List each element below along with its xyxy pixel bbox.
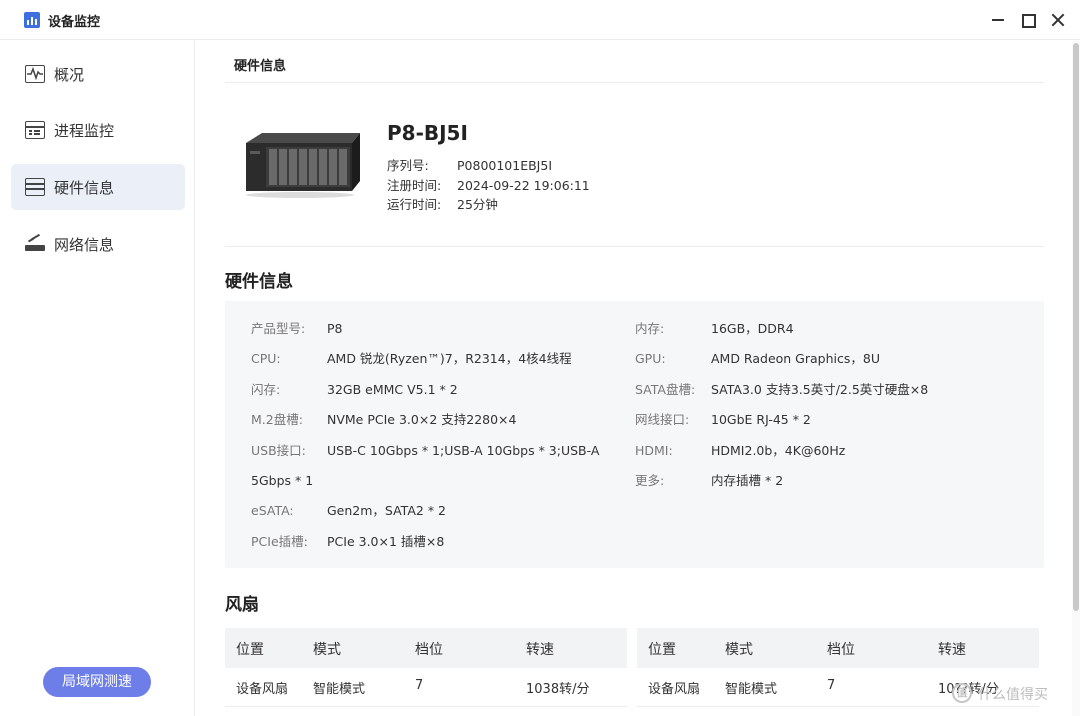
spec-key: GPU: [635, 351, 666, 366]
device-row-value: P0800101EBJ5I [457, 158, 553, 173]
spec-value: AMD 锐龙(Ryzen™)7，R2314，4核4线程 [327, 351, 572, 366]
column-header-speed: 转速 [938, 642, 966, 658]
sidebar-item-label: 硬件信息 [54, 179, 115, 197]
sidebar-item-label: 网络信息 [54, 236, 115, 254]
spec-value: 32GB eMMC V5.1 * 2 [327, 382, 458, 397]
device-row-key: 注册时间: [387, 178, 442, 193]
fan-position-cell: 设备风扇 [648, 682, 701, 697]
watermark: 值 什么值得买 [952, 682, 1076, 706]
device-divider [225, 246, 1044, 247]
fan-table-header: 位置 模式 档位 转速 [225, 628, 627, 668]
process-list-icon [25, 121, 45, 139]
column-header-position: 位置 [648, 642, 676, 658]
watermark-text: 什么值得买 [978, 687, 1048, 703]
spec-value: Gen2m，SATA2 * 2 [327, 503, 446, 518]
device-register-time-row: 注册时间: 2024-09-22 19:06:11 [387, 175, 590, 194]
device-serial-row: 序列号: P0800101EBJ5I [387, 155, 552, 174]
column-header-level: 档位 [827, 642, 855, 658]
row-divider [637, 706, 1039, 707]
sidebar-item-network-info[interactable]: 网络信息 [11, 221, 185, 267]
spec-value: HDMI2.0b，4K@60Hz [711, 443, 846, 458]
scrollbar-thumb[interactable] [1073, 43, 1079, 611]
pulse-monitor-icon [25, 65, 45, 83]
watermark-logo-icon: 值 [952, 683, 972, 703]
spec-key: 网线接口: [635, 412, 690, 427]
router-icon [25, 233, 45, 253]
spec-value: 10GbE RJ-45 * 2 [711, 412, 811, 427]
spec-key: 内存: [635, 321, 665, 336]
spec-value: USB-C 10Gbps * 1;USB-A 10Gbps * 3;USB-A [327, 443, 600, 458]
sidebar-item-overview[interactable]: 概况 [11, 51, 185, 97]
fan-mode-cell: 智能模式 [313, 682, 366, 697]
spec-value: AMD Radeon Graphics，8U [711, 351, 880, 366]
app-chart-icon [24, 12, 40, 28]
spec-key: eSATA: [251, 503, 294, 518]
spec-key: 产品型号: [251, 321, 306, 336]
spec-value: NVMe PCIe 3.0×2 支持2280×4 [327, 412, 517, 427]
device-row-value: 25分钟 [457, 197, 498, 212]
sidebar-item-label: 概况 [54, 66, 85, 84]
fan-section-title: 风扇 [225, 595, 259, 615]
fan-table-header: 位置 模式 档位 转速 [637, 628, 1039, 668]
fan-position-cell: 设备风扇 [236, 682, 289, 697]
fan-mode-cell: 智能模式 [725, 682, 778, 697]
spec-key: HDMI: [635, 443, 673, 458]
hardware-spec-panel: 产品型号: P8 CPU: AMD 锐龙(Ryzen™)7，R2314，4核4线… [225, 301, 1044, 568]
row-divider [225, 706, 627, 707]
device-row-key: 运行时间: [387, 197, 442, 212]
device-monitor-window: 设备监控 概况 进程监控 硬件信息 网络信息 局域网测速 硬件信息 P8-BJ5… [0, 0, 1080, 716]
title-bar: 设备监控 [0, 0, 1080, 40]
spec-key: USB接口: [251, 443, 306, 458]
vertical-scrollbar[interactable] [1072, 41, 1080, 716]
fan-speed-cell: 1038转/分 [526, 682, 590, 697]
column-header-position: 位置 [236, 642, 264, 658]
page-title: 硬件信息 [234, 59, 287, 74]
column-header-level: 档位 [415, 642, 443, 658]
spec-key: 闪存: [251, 382, 281, 397]
maximize-icon[interactable] [1018, 10, 1038, 30]
spec-value: SATA3.0 支持3.5英寸/2.5英寸硬盘×8 [711, 382, 929, 397]
device-row-key: 序列号: [387, 158, 429, 173]
spec-value: 16GB，DDR4 [711, 321, 794, 336]
minimize-icon[interactable] [988, 10, 1008, 30]
sidebar: 概况 进程监控 硬件信息 网络信息 局域网测速 [0, 41, 195, 716]
device-row-value: 2024-09-22 19:06:11 [457, 178, 590, 193]
sidebar-item-process-monitor[interactable]: 进程监控 [11, 107, 185, 153]
spec-value: PCIe 3.0×1 插槽×8 [327, 534, 445, 549]
close-icon[interactable] [1048, 10, 1068, 30]
sidebar-item-label: 进程监控 [54, 122, 115, 140]
device-uptime-row: 运行时间: 25分钟 [387, 194, 498, 213]
spec-value: 内存插槽 * 2 [711, 473, 784, 488]
fan-table-left: 位置 模式 档位 转速 设备风扇 智能模式 7 1038转/分 [225, 628, 627, 716]
spec-key: CPU: [251, 351, 281, 366]
fan-level-cell: 7 [827, 678, 836, 693]
spec-key: 更多: [635, 473, 665, 488]
device-name: P8-BJ5I [387, 121, 468, 145]
column-header-speed: 转速 [526, 642, 554, 658]
hardware-section-title: 硬件信息 [225, 272, 293, 292]
header-divider [225, 82, 1044, 83]
spec-key: SATA盘槽: [635, 382, 696, 397]
column-header-mode: 模式 [725, 642, 753, 658]
main-content: 硬件信息 P8-BJ5I 序列号: P0800101EBJ5I 注册时间: 2024… [196, 41, 1080, 716]
spec-value-continued: 5Gbps * 1 [251, 473, 314, 489]
nas-device-icon [246, 133, 360, 198]
window-title: 设备监控 [48, 15, 101, 30]
spec-value: P8 [327, 321, 343, 336]
spec-key: PCIe插槽: [251, 534, 308, 549]
hardware-rack-icon [25, 178, 45, 196]
spec-key: M.2盘槽: [251, 412, 303, 427]
fan-level-cell: 7 [415, 678, 424, 693]
lan-speed-test-button[interactable]: 局域网测速 [43, 667, 151, 697]
sidebar-item-hardware-info[interactable]: 硬件信息 [11, 164, 185, 210]
column-header-mode: 模式 [313, 642, 341, 658]
